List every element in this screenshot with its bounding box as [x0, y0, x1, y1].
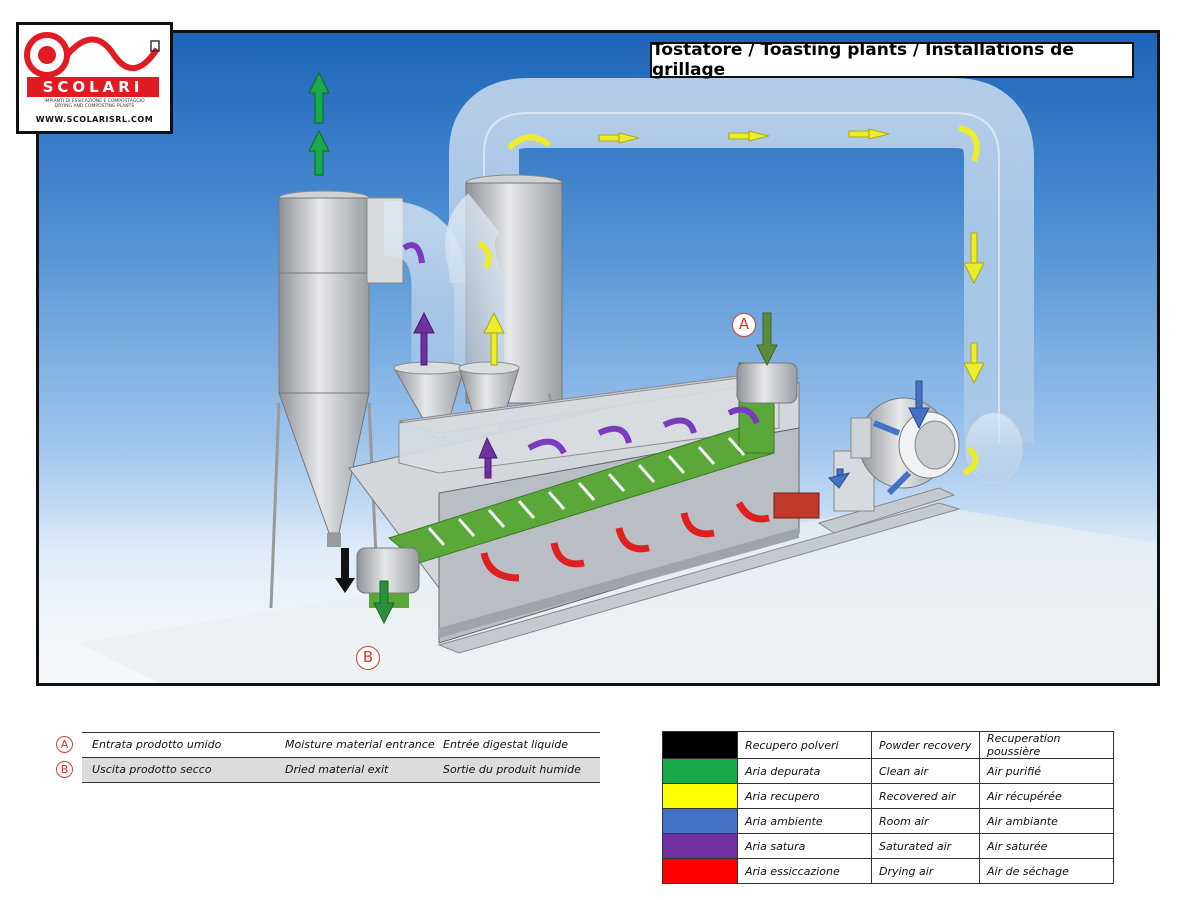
color-legend: Recupero polveri Powder recovery Recuperat…: [662, 731, 1114, 884]
color-legend-en: Powder recovery: [871, 731, 980, 759]
plant-illustration: [36, 30, 1160, 686]
color-legend-fr: Air saturée: [979, 833, 1114, 859]
marker-b: B: [356, 646, 380, 670]
color-legend-it: Aria depurata: [737, 758, 872, 784]
color-swatch: [662, 731, 738, 759]
legend-row: B Uscita prodotto secco Dried material e…: [56, 755, 600, 783]
color-legend-it: Recupero polveri: [737, 731, 872, 759]
color-legend-fr: Air récupérée: [979, 783, 1114, 809]
legend-fr: Sortie du produit humide: [443, 763, 581, 776]
legend-en: Moisture material entrance: [285, 738, 435, 751]
material-legend: A Entrata prodotto umido Moisture materi…: [56, 730, 600, 783]
color-legend-row: Aria ambiente Room air Air ambiante: [662, 808, 1114, 834]
color-legend-it: Aria recupero: [737, 783, 872, 809]
color-legend-fr: Recuperation poussière: [979, 731, 1114, 759]
logo-subtitle-en: DRYING AND COMPOSTING PLANTS: [54, 104, 135, 109]
logo-subtitle: IMPIANTI DI ESSICAZIONE E COMPOSTAGGIO D…: [23, 99, 166, 109]
color-legend-row: Aria essiccazione Drying air Air de séchag…: [662, 858, 1114, 884]
logo-mark-icon: [24, 32, 160, 78]
arrows-input: [756, 312, 778, 367]
color-swatch: [662, 783, 738, 809]
color-legend-en: Recovered air: [871, 783, 980, 809]
color-legend-row: Aria recupero Recovered air Air récupérée: [662, 783, 1114, 809]
color-legend-fr: Air de séchage: [979, 858, 1114, 884]
color-legend-en: Clean air: [871, 758, 980, 784]
color-legend-row: Aria satura Saturated air Air saturée: [662, 833, 1114, 859]
plant-drawing: [39, 71, 1157, 683]
color-swatch: [662, 758, 738, 784]
color-legend-row: Recupero polveri Powder recovery Recuperat…: [662, 731, 1114, 759]
legend-fr: Entrée digestat liquide: [443, 738, 569, 751]
legend-marker: B: [56, 761, 73, 778]
color-swatch: [662, 808, 738, 834]
color-legend-fr: Air ambiante: [979, 808, 1114, 834]
color-swatch: [662, 833, 738, 859]
diagram-title: Tostatore / Toasting plants / Installati…: [650, 40, 1134, 80]
color-legend-en: Drying air: [871, 858, 980, 884]
legend-marker: A: [56, 736, 73, 753]
color-legend-it: Aria ambiente: [737, 808, 872, 834]
legend-row: A Entrata prodotto umido Moisture materi…: [56, 730, 600, 755]
color-swatch: [662, 858, 738, 884]
color-legend-en: Saturated air: [871, 833, 980, 859]
logo-brand-name: SCOLARI: [27, 77, 159, 97]
legend-en: Dried material exit: [285, 763, 389, 776]
color-legend-it: Aria essiccazione: [737, 858, 872, 884]
color-legend-it: Aria satura: [737, 833, 872, 859]
logo-website: WWW.SCOLARISRL.COM: [35, 115, 154, 124]
legend-it: Uscita prodotto secco: [92, 763, 212, 776]
scolari-logo: SCOLARI IMPIANTI DI ESSICAZIONE E COMPOS…: [16, 22, 173, 134]
color-legend-fr: Air purifié: [979, 758, 1114, 784]
legend-it: Entrata prodotto umido: [92, 738, 222, 751]
color-legend-row: Aria depurata Clean air Air purifié: [662, 758, 1114, 784]
color-legend-en: Room air: [871, 808, 980, 834]
marker-a: A: [732, 313, 756, 337]
